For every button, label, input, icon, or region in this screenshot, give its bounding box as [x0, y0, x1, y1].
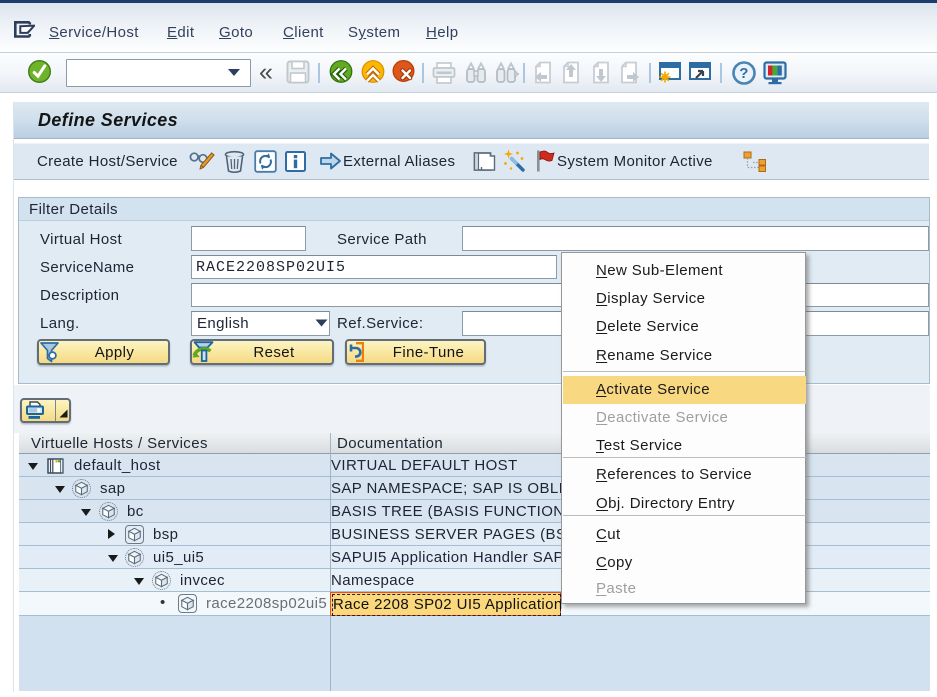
svg-text:?: ? — [739, 65, 749, 82]
